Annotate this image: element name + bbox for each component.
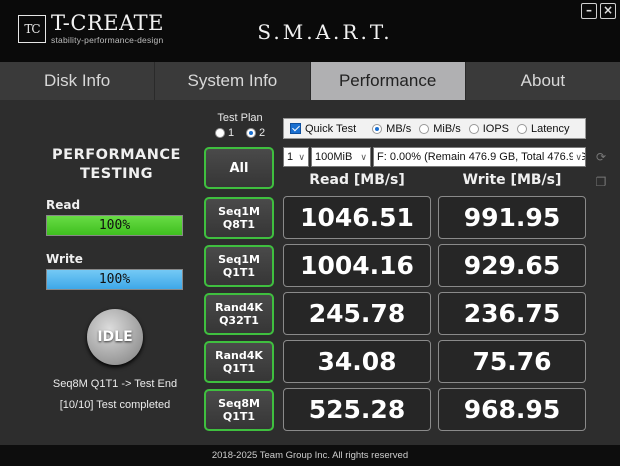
status-progress: [10/10] Test completed [59, 399, 171, 411]
radio-icon [468, 123, 479, 134]
write-result: 75.76 [438, 340, 586, 383]
test-button-seq1m-q8t1[interactable]: Seq1M Q8T1 [204, 197, 274, 239]
write-progress-text: 100% [98, 272, 131, 287]
test-button-rand4k-q32t1[interactable]: Rand4K Q32T1 [204, 293, 274, 335]
footer-copyright: 2018-2025 Team Group Inc. All rights res… [0, 445, 620, 466]
test-button-rand4k-q1t1[interactable]: Rand4K Q1T1 [204, 341, 274, 383]
panel-title: PERFORMANCE TESTING [52, 147, 181, 182]
read-result: 245.78 [283, 292, 431, 335]
unit-option-iops[interactable]: IOPS [468, 123, 509, 135]
title-bar: TC T-CREATE stability-performance-design… [0, 0, 620, 62]
chevron-down-icon: ∨ [360, 152, 367, 162]
read-column-header: Read [MB/s] [309, 172, 405, 188]
write-column-header: Write [MB/s] [462, 172, 562, 188]
read-label: Read [46, 198, 81, 212]
test-plan-label: Test Plan [217, 112, 263, 124]
idle-button[interactable]: IDLE [87, 309, 143, 365]
read-result: 34.08 [283, 340, 431, 383]
radio-selected-icon [246, 128, 256, 138]
read-progress-text: 100% [98, 218, 131, 233]
options-bar: Quick Test MB/s MiB/s IOPS Latency [283, 118, 586, 139]
write-result: 929.65 [438, 244, 586, 287]
tab-system-info[interactable]: System Info [155, 62, 311, 100]
unit-option-mbs[interactable]: MB/s [372, 123, 411, 135]
chevron-down-icon: ∨ [298, 152, 305, 162]
write-result: 968.95 [438, 388, 586, 431]
minimize-button[interactable]: – [581, 3, 597, 19]
performance-panel: PERFORMANCE TESTING Read 100% Write 100%… [0, 100, 620, 445]
refresh-icon[interactable]: ⟳ [594, 150, 608, 164]
drive-select[interactable]: F: 0.00% (Remain 476.9 GB, Total 476.9 G… [373, 147, 586, 167]
checkbox-checked-icon [290, 123, 301, 134]
test-button-seq8m-q1t1[interactable]: Seq8M Q1T1 [204, 389, 274, 431]
quick-test-checkbox[interactable]: Quick Test [290, 123, 356, 135]
radio-icon [419, 123, 430, 134]
test-button-seq1m-q1t1[interactable]: Seq1M Q1T1 [204, 245, 274, 287]
copy-icon[interactable]: ❐ [594, 175, 608, 189]
write-result: 236.75 [438, 292, 586, 335]
close-button[interactable]: × [600, 3, 616, 19]
write-progress-bar: 100% [46, 269, 183, 290]
read-result: 1004.16 [283, 244, 431, 287]
read-result: 1046.51 [283, 196, 431, 239]
tab-performance[interactable]: Performance [310, 62, 466, 100]
radio-icon [215, 128, 225, 138]
radio-selected-icon [372, 123, 383, 134]
run-all-button[interactable]: All [204, 147, 274, 189]
radio-icon [517, 123, 528, 134]
test-plan-option-1[interactable]: 1 [215, 127, 234, 139]
unit-option-mibs[interactable]: MiB/s [419, 123, 461, 135]
unit-option-latency[interactable]: Latency [517, 123, 570, 135]
count-select[interactable]: 1 ∨ [283, 147, 309, 167]
write-result: 991.95 [438, 196, 586, 239]
tab-bar: Disk Info System Info Performance About [0, 62, 620, 100]
app-title: S.M.A.R.T. [257, 20, 393, 44]
tab-about[interactable]: About [466, 62, 620, 100]
read-progress-bar: 100% [46, 215, 183, 236]
chevron-down-icon: ∨ [573, 148, 582, 166]
status-current-test: Seq8M Q1T1 -> Test End [52, 378, 178, 390]
size-select[interactable]: 100MiB ∨ [311, 147, 371, 167]
write-label: Write [46, 252, 83, 266]
tab-disk-info[interactable]: Disk Info [0, 62, 156, 100]
read-result: 525.28 [283, 388, 431, 431]
test-plan-option-2[interactable]: 2 [246, 127, 265, 139]
